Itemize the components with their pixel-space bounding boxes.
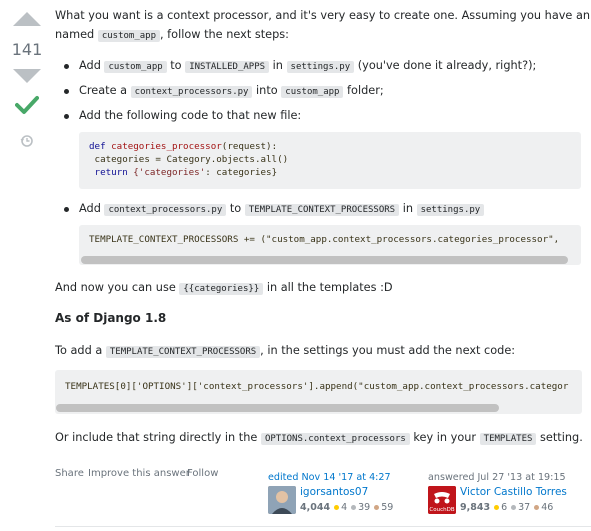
text: Or include that string directly in the — [55, 431, 261, 444]
intro-line-2: named custom_app, follow the next steps: — [55, 26, 289, 45]
use-line: And now you can use {{categories}} in al… — [55, 279, 393, 298]
django-line: To add a TEMPLATE_CONTEXT_PROCESSORS, in… — [55, 342, 515, 361]
intro-line-1: What you want is a context processor, an… — [55, 9, 591, 22]
inline-code: {{categories}} — [179, 283, 264, 295]
gold-count: 4 — [341, 502, 348, 513]
checkmark-icon — [15, 96, 39, 114]
inline-code: TEMPLATE_CONTEXT_PROCESSORS — [105, 346, 261, 358]
text: (you've done it already, right?); — [354, 59, 537, 72]
vote-count: 141 — [11, 40, 43, 59]
author-name[interactable]: Victor Castillo Torres — [460, 486, 567, 498]
step-4: Add context_processors.py to TEMPLATE_CO… — [79, 200, 485, 219]
step-1: Add custom_app to INSTALLED_APPS in sett… — [79, 57, 536, 76]
bronze-count: 59 — [381, 502, 394, 513]
text: named — [55, 28, 98, 41]
text: to — [166, 59, 186, 72]
gold-badge-icon — [494, 504, 500, 510]
editor-name[interactable]: igorsantos07 — [300, 486, 368, 498]
code-block-processor: def categories_processor(request): categ… — [79, 132, 581, 189]
edited-timestamp[interactable]: edited Nov 14 '17 at 4:27 — [268, 472, 391, 483]
inline-code: INSTALLED_APPS — [185, 61, 270, 73]
share-link[interactable]: Share — [55, 468, 84, 479]
reputation-score: 4,044 — [300, 502, 331, 513]
improve-answer-link[interactable]: Improve this answer — [88, 468, 190, 479]
step-3: Add the following code to that new file: — [79, 109, 302, 122]
code-token: TEMPLATE_CONTEXT_PROCESSORS += ("custom_… — [89, 234, 560, 245]
avatar-caption: CouchDB — [429, 507, 455, 513]
silver-badge-icon — [511, 504, 517, 510]
code-token: {'categories' — [133, 167, 206, 178]
bullet — [64, 114, 69, 119]
history-icon[interactable] — [20, 134, 34, 148]
code-token: (request): — [221, 141, 278, 152]
avatar[interactable] — [268, 486, 296, 514]
section-heading: As of Django 1.8 — [55, 311, 167, 325]
inline-code: OPTIONS.context_processors — [260, 433, 410, 445]
editor-reputation: 4,044 4 39 59 — [300, 502, 393, 513]
inline-code: custom_app — [104, 61, 167, 73]
arrow-up-icon[interactable] — [13, 12, 41, 26]
code-token: return — [89, 167, 134, 178]
answered-timestamp: answered Jul 27 '13 at 19:15 — [428, 472, 566, 483]
text: into — [252, 84, 282, 97]
arrow-down-icon[interactable] — [13, 69, 41, 83]
divider — [55, 526, 591, 527]
avatar[interactable]: CouchDB — [428, 486, 456, 514]
author-reputation: 9,843 6 37 46 — [460, 502, 553, 513]
text: , follow the next steps: — [160, 28, 289, 41]
inline-code: TEMPLATE_CONTEXT_PROCESSORS — [244, 204, 400, 216]
text: And now you can use — [55, 281, 180, 294]
code-token: categories_processor — [111, 141, 222, 152]
include-line: Or include that string directly in the O… — [55, 429, 583, 448]
text: in — [269, 59, 287, 72]
scrollbar[interactable] — [81, 256, 568, 264]
silver-count: 37 — [518, 502, 531, 513]
avatar-image — [268, 486, 296, 514]
step-2: Create a context_processors.py into cust… — [79, 82, 384, 101]
text: folder; — [343, 84, 384, 97]
code-token: def — [89, 141, 112, 152]
text: setting. — [536, 431, 583, 444]
inline-code: custom_app — [97, 30, 160, 42]
code-token: TEMPLATES[0]['OPTIONS']['context_process… — [65, 381, 569, 392]
bullet — [64, 89, 69, 94]
text: Add — [79, 202, 105, 215]
bronze-count: 46 — [541, 502, 554, 513]
text: to — [226, 202, 245, 215]
bullet — [64, 207, 69, 212]
reputation-score: 9,843 — [460, 502, 491, 513]
text: Add — [79, 59, 105, 72]
text: Create a — [79, 84, 131, 97]
bullet — [64, 64, 69, 69]
text: To add a — [55, 344, 106, 357]
scrollbar[interactable] — [56, 404, 499, 412]
inline-code: settings.py — [286, 61, 355, 73]
text: key in your — [409, 431, 480, 444]
text: in — [399, 202, 417, 215]
follow-link[interactable]: Follow — [187, 468, 218, 479]
gold-count: 6 — [501, 502, 508, 513]
silver-badge-icon — [351, 504, 357, 510]
inline-code: context_processors.py — [104, 204, 227, 216]
inline-code: custom_app — [281, 86, 344, 98]
bronze-badge-icon — [534, 504, 540, 510]
inline-code: TEMPLATES — [479, 433, 537, 445]
code-token: : categories} — [205, 167, 278, 178]
code-token: categories = Category.objects.all() — [89, 154, 289, 165]
text: in all the templates :D — [263, 281, 393, 294]
bronze-badge-icon — [374, 504, 380, 510]
inline-code: context_processors.py — [130, 86, 253, 98]
inline-code: settings.py — [416, 204, 485, 216]
text: , in the settings you must add the next … — [260, 344, 516, 357]
gold-badge-icon — [334, 504, 340, 510]
silver-count: 39 — [358, 502, 371, 513]
